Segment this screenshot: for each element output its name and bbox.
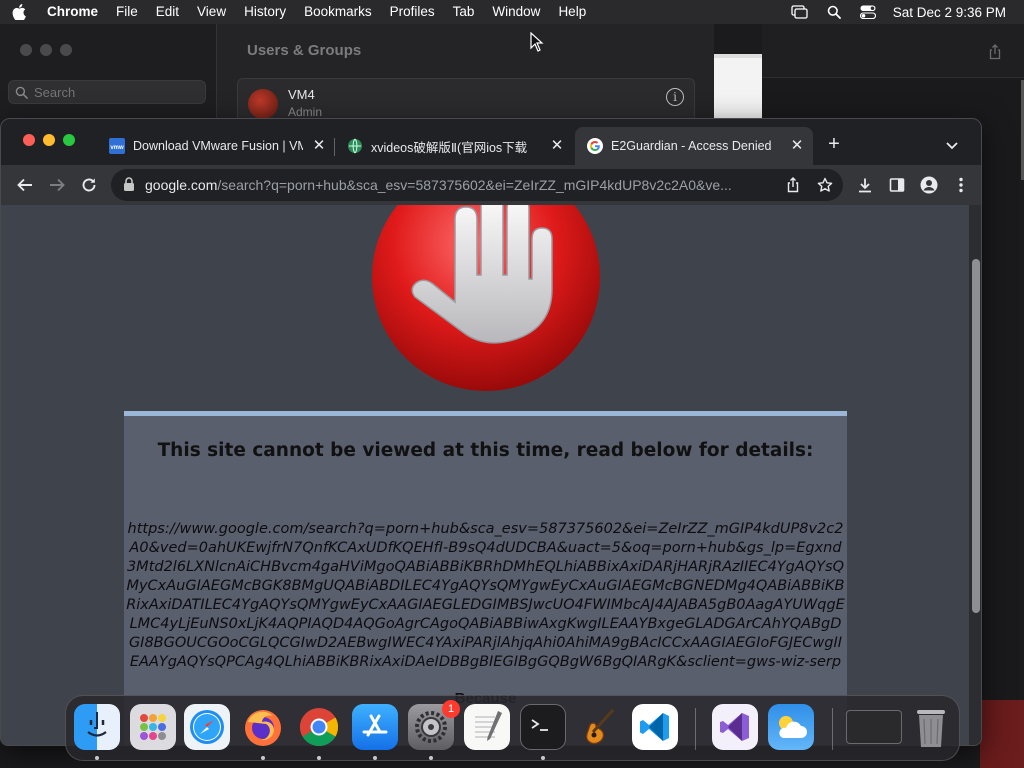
terminal-icon[interactable] [520, 704, 566, 750]
google-favicon [587, 138, 603, 154]
weather-icon[interactable] [768, 704, 814, 750]
control-center-icon[interactable] [851, 0, 885, 24]
side-panel-icon[interactable] [885, 173, 909, 197]
profile-avatar-icon[interactable] [917, 173, 941, 197]
launchpad-icon[interactable] [130, 704, 176, 750]
tab-strip: vmw Download VMware Fusion | VM ✕ xvideo… [1, 119, 981, 165]
forward-button[interactable] [45, 173, 69, 197]
safari-icon[interactable] [184, 704, 230, 750]
vmware-favicon: vmw [109, 138, 125, 154]
downloads-icon[interactable] [853, 173, 877, 197]
finder-icon[interactable] [74, 704, 120, 750]
menu-app-chrome[interactable]: Chrome [38, 0, 107, 24]
lock-icon[interactable] [123, 177, 135, 197]
textedit-icon[interactable] [464, 704, 510, 750]
menu-tab[interactable]: Tab [444, 0, 484, 24]
menu-window[interactable]: Window [483, 0, 549, 24]
chrome-dock-icon[interactable] [296, 704, 342, 750]
tab-e2guardian[interactable]: E2Guardian - Access Denied ✕ [575, 127, 813, 165]
background-white-panel [714, 54, 762, 124]
blocked-url-text: https://www.google.com/search?q=porn+hub… [126, 521, 845, 670]
close-tab-icon[interactable]: ✕ [789, 138, 805, 154]
url-host: google.com [145, 177, 218, 193]
mouse-cursor-icon [530, 32, 544, 52]
browser-toolbar: google.com/search?q=porn+hub&sca_esv=587… [1, 165, 981, 205]
tab-vmware[interactable]: vmw Download VMware Fusion | VM ✕ [97, 127, 335, 165]
background-window-controls[interactable] [20, 44, 72, 56]
page-content: This site cannot be viewed at this time,… [1, 205, 969, 745]
users-groups-pane: Users & Groups VM4 Admin i [216, 24, 714, 128]
chrome-menu-icon[interactable] [949, 173, 973, 197]
trash-icon[interactable] [908, 704, 954, 750]
new-tab-button[interactable]: + [823, 133, 845, 155]
tab-xvideos[interactable]: xvideos破解版Ⅱ(官网ios下载 ✕ [335, 127, 573, 165]
zoom-window-button[interactable] [63, 134, 75, 146]
menu-history[interactable]: History [235, 0, 295, 24]
apple-menu-icon[interactable] [0, 0, 38, 24]
tab-title: Download VMware Fusion | VM [133, 139, 303, 153]
svg-text:vmw: vmw [110, 145, 124, 151]
share-icon[interactable] [988, 44, 1002, 65]
menu-profiles[interactable]: Profiles [381, 0, 444, 24]
scrollbar-thumb[interactable] [972, 259, 980, 613]
user-name: VM4 [288, 87, 315, 102]
close-tab-icon[interactable]: ✕ [311, 138, 327, 154]
window-controls [23, 134, 75, 146]
chrome-window: vmw Download VMware Fusion | VM ✕ xvideo… [0, 118, 982, 746]
visual-studio-icon[interactable] [712, 704, 758, 750]
address-bar[interactable]: google.com/search?q=porn+hub&sca_esv=587… [111, 169, 843, 201]
spotlight-search-icon[interactable] [817, 0, 851, 24]
firefox-icon[interactable] [240, 704, 286, 750]
info-icon[interactable]: i [666, 88, 684, 106]
system-settings-icon[interactable]: 1 [408, 700, 460, 750]
user-avatar [248, 89, 278, 119]
minimized-window-thumbnail[interactable] [846, 710, 902, 744]
settings-search-field[interactable] [8, 80, 206, 104]
desktop-wallpaper-corner [980, 700, 1024, 768]
menu-bookmarks[interactable]: Bookmarks [295, 0, 381, 24]
close-window-button[interactable] [23, 134, 35, 146]
minimize-window-button[interactable] [43, 134, 55, 146]
menu-help[interactable]: Help [549, 0, 595, 24]
menubar-clock[interactable]: Sat Dec 2 9:36 PM [885, 5, 1024, 20]
instruments-icon[interactable] [576, 704, 622, 750]
tab-title: xvideos破解版Ⅱ(官网ios下载 [371, 140, 528, 155]
back-button[interactable] [13, 173, 37, 197]
desktop: Chrome File Edit View History Bookmarks … [0, 0, 1024, 768]
screen-mirroring-icon[interactable] [783, 0, 817, 24]
menu-file[interactable]: File [107, 0, 147, 24]
menu-edit[interactable]: Edit [147, 0, 188, 24]
stop-hand-icon [372, 205, 600, 391]
users-groups-title: Users & Groups [247, 42, 362, 59]
bookmark-star-icon[interactable] [815, 175, 835, 195]
tab-title: E2Guardian - Access Denied [611, 139, 772, 153]
vscode-icon[interactable] [632, 704, 678, 750]
page-heading: This site cannot be viewed at this time,… [157, 440, 814, 461]
dock: 1 [65, 695, 960, 761]
tab-search-chevron-icon[interactable] [941, 134, 963, 156]
search-icon [15, 86, 28, 99]
menu-view[interactable]: View [188, 0, 235, 24]
app-store-icon[interactable] [352, 704, 398, 750]
close-tab-icon[interactable]: ✕ [549, 138, 565, 154]
reload-button[interactable] [77, 173, 101, 197]
background-settings-window [0, 24, 230, 124]
search-input[interactable] [34, 84, 194, 100]
page-scrollbar[interactable] [969, 205, 981, 745]
url-path: /search?q=porn+hub&sca_esv=587375602&ei=… [217, 177, 732, 193]
notification-badge: 1 [442, 700, 460, 718]
globe-favicon [347, 138, 363, 154]
url-text[interactable]: google.com/search?q=porn+hub&sca_esv=587… [145, 177, 775, 193]
user-role: Admin [288, 105, 323, 119]
share-page-icon[interactable] [783, 175, 803, 195]
menu-bar: Chrome File Edit View History Bookmarks … [0, 0, 1024, 24]
